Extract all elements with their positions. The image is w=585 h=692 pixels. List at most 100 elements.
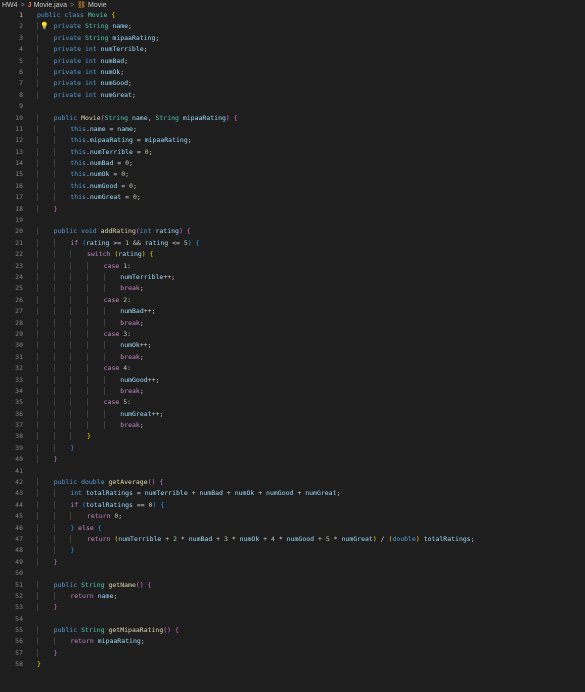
code-line[interactable]: 19 [0, 215, 585, 226]
code-line[interactable]: 53 } [0, 602, 585, 613]
code-line[interactable]: 52 return name; [0, 591, 585, 602]
code-token: String [84, 22, 113, 31]
code-line[interactable]: 7 private int numGood; [0, 78, 585, 89]
code-line[interactable]: 44 if (totalRatings == 0) { [0, 500, 585, 511]
code-line[interactable]: 18 } [0, 204, 585, 215]
code-line[interactable]: 27 numBad++; [0, 306, 585, 317]
code-line[interactable]: 45 return 0; [0, 511, 585, 522]
indent-guide [37, 284, 54, 293]
indent-guide [37, 523, 54, 532]
code-editor[interactable]: 1 public class Movie {2 private String na… [0, 10, 585, 671]
code-token: numTerrible [144, 489, 188, 498]
code-token: + [222, 489, 235, 498]
code-line[interactable]: 49 } [0, 557, 585, 568]
code-line[interactable]: 47 return (numTerrible + 2 * numBad + 3 … [0, 534, 585, 545]
code-line[interactable]: 56 return mipaaRating; [0, 636, 585, 647]
code-line[interactable]: 37 break; [0, 420, 585, 431]
indent-guide [86, 272, 104, 281]
code-line[interactable]: 9 [0, 101, 585, 112]
code-line[interactable]: 4 private int numTerrible; [0, 44, 585, 55]
line-number: 27 [15, 307, 23, 316]
code-token: } [37, 660, 41, 669]
code-line[interactable]: 5 private int numBad; [0, 56, 585, 67]
code-line[interactable]: 39 } [0, 443, 585, 454]
code-line[interactable]: 8 private int numGreat; [0, 90, 585, 101]
code-token: name [117, 124, 133, 133]
code-line[interactable]: 28 break; [0, 318, 585, 329]
code-line[interactable]: 30 numOk++; [0, 340, 585, 351]
code-token: rating [118, 250, 142, 259]
code-token: / [376, 534, 389, 543]
breadcrumb-symbol[interactable]: Movie [88, 2, 107, 9]
code-line[interactable]: 11 this.name = name; [0, 124, 585, 135]
code-line[interactable]: 41 [0, 466, 585, 477]
code-line[interactable]: 24 numTerrible++; [0, 272, 585, 283]
code-line[interactable]: 14 this.numBad = 0; [0, 158, 585, 169]
lightbulb-icon[interactable]: 💡 [40, 21, 49, 32]
indent-guide [37, 398, 54, 407]
code-line[interactable]: 12 this.mipaaRating = mipaaRating; [0, 135, 585, 146]
code-line[interactable]: 32 case 4: [0, 363, 585, 374]
code-token: private [53, 79, 85, 88]
code-line[interactable]: 34 break; [0, 386, 585, 397]
code-line[interactable]: 26 case 2: [0, 295, 585, 306]
code-line[interactable]: 55 public String getMipaaRating() { [0, 625, 585, 636]
code-token: Movie [87, 11, 112, 19]
code-line[interactable]: 58} [0, 659, 585, 670]
code-token: + [314, 534, 326, 543]
code-line[interactable]: 2 private String name; 💡 [0, 21, 585, 32]
code-line[interactable]: 20 public void addRating(int rating) { [0, 226, 585, 237]
code-line[interactable]: 22 switch (rating) { [0, 249, 585, 260]
code-line[interactable]: 42 public double getAverage() { [0, 477, 585, 488]
line-number: 12 [15, 136, 23, 145]
code-content: } [37, 204, 58, 215]
code-line[interactable]: 3 private String mipaaRating; [0, 33, 585, 44]
code-line[interactable]: 57 } [0, 648, 585, 659]
indent-guide [86, 398, 104, 407]
code-line[interactable]: 46 } else { [0, 523, 585, 534]
indent-guide [37, 626, 54, 635]
code-line[interactable]: 23 case 1: [0, 261, 585, 272]
indent-guide [103, 318, 121, 327]
code-line[interactable]: 6 private int numOk; [0, 67, 585, 78]
indent-guide [53, 159, 71, 168]
code-line[interactable]: 17 this.numGreat = 0; [0, 192, 585, 203]
code-token: rating [144, 238, 169, 247]
code-line[interactable]: 16 this.numGood = 0; [0, 181, 585, 192]
code-token: ; [470, 534, 475, 543]
code-token: + [187, 489, 200, 498]
code-token: ; [129, 159, 133, 168]
code-line[interactable]: 13 this.numTerrible = 0; [0, 147, 585, 158]
code-line[interactable]: 38 } [0, 431, 585, 442]
indent-guide [37, 386, 54, 395]
code-line[interactable]: 10 public Movie(String name, String mipa… [0, 113, 585, 124]
code-line[interactable]: 48 } [0, 545, 585, 556]
code-line[interactable]: 1 public class Movie { [0, 10, 585, 21]
code-line[interactable]: 29 case 3: [0, 329, 585, 340]
indent-guide [103, 375, 121, 384]
code-token: rating [85, 238, 110, 247]
code-line[interactable]: 51 public String getName() { [0, 580, 585, 591]
breadcrumb-file[interactable]: Movie.java [34, 2, 67, 9]
code-line[interactable]: 21 if (rating >= 1 && rating <= 5) { [0, 238, 585, 249]
line-number: 13 [15, 147, 23, 156]
code-line[interactable]: 36 numGreat++; [0, 409, 585, 420]
line-number: 2 [19, 22, 23, 31]
code-line[interactable]: 31 break; [0, 352, 585, 363]
code-line[interactable]: 40 } [0, 454, 585, 465]
code-line[interactable]: 15 this.numOk = 0; [0, 169, 585, 180]
code-line[interactable]: 54 [0, 614, 585, 625]
code-line[interactable]: 33 numGood++; [0, 375, 585, 386]
breadcrumb-folder[interactable]: HW4 [2, 2, 18, 9]
code-line[interactable]: 25 break; [0, 283, 585, 294]
indent-guide [70, 341, 87, 350]
code-line[interactable]: 43 int totalRatings = numTerrible + numB… [0, 488, 585, 499]
line-number: 24 [15, 272, 23, 281]
code-line[interactable]: 50 [0, 568, 585, 579]
line-number: 43 [15, 489, 23, 498]
code-token: Movie [81, 113, 101, 122]
code-content: private int numGreat; [37, 90, 136, 101]
code-line[interactable]: 35 case 5: [0, 397, 585, 408]
code-content: this.mipaaRating = mipaaRating; [37, 135, 192, 146]
code-token: numGood [100, 79, 129, 88]
